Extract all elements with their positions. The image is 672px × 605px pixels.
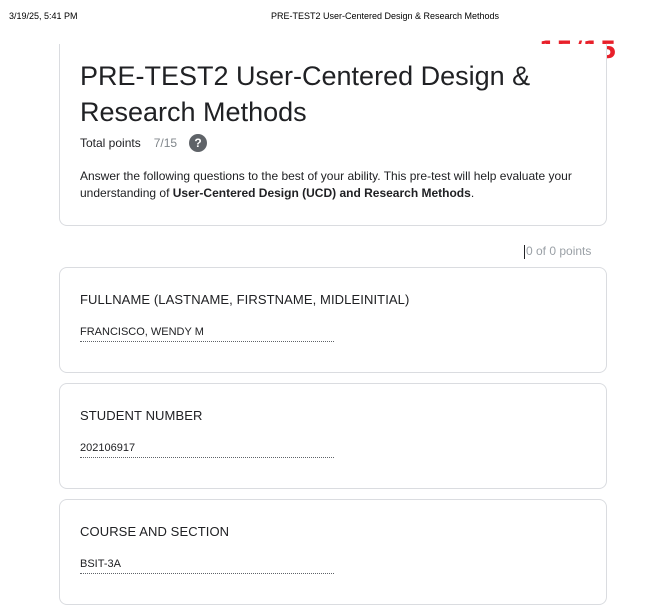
description-end: .: [470, 186, 475, 200]
description-bold: User-Centered Design (UCD) and Research …: [172, 186, 471, 200]
question-card: FULLNAME (LASTNAME, FIRSTNAME, MIDLEINIT…: [59, 267, 607, 373]
question-card: COURSE AND SECTION BSIT-3A: [59, 499, 607, 605]
total-points-value: 7/15: [153, 136, 178, 150]
question-title: COURSE AND SECTION: [80, 524, 230, 539]
form-header-card: PRE-TEST2 User-Centered Design & Researc…: [59, 44, 607, 226]
help-icon[interactable]: ?: [189, 134, 208, 152]
total-points-label: Total points: [80, 136, 141, 150]
section-points: 0 of 0 points: [524, 244, 591, 259]
print-header: 3/19/25, 5:41 PM PRE-TEST2 User-Centered…: [0, 11, 672, 25]
answer-field[interactable]: FRANCISCO, WENDY M: [80, 326, 334, 342]
print-doc-title: PRE-TEST2 User-Centered Design & Researc…: [270, 11, 500, 21]
total-points-row: Total points 7/15 ?: [80, 134, 208, 152]
question-title: STUDENT NUMBER: [80, 408, 203, 423]
text-cursor: [524, 244, 525, 259]
question-card: STUDENT NUMBER 202106917: [59, 383, 607, 489]
answer-field[interactable]: 202106917: [80, 442, 334, 458]
answer-field[interactable]: BSIT-3A: [80, 558, 334, 574]
form-title: PRE-TEST2 User-Centered Design & Researc…: [80, 61, 531, 127]
form-description: Answer the following questions to the be…: [80, 168, 590, 202]
question-title: FULLNAME (LASTNAME, FIRSTNAME, MIDLEINIT…: [80, 292, 410, 307]
section-points-text: 0 of 0 points: [526, 244, 592, 258]
